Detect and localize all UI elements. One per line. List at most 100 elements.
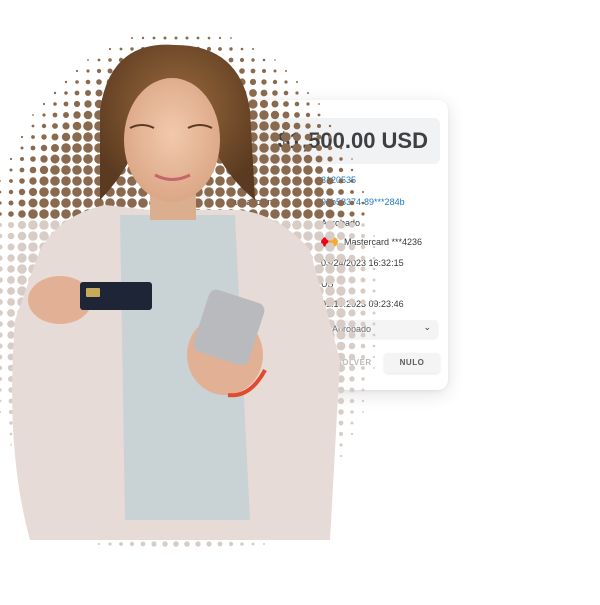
halftone-dot — [0, 255, 3, 261]
halftone-dot — [193, 341, 203, 351]
halftone-dot — [163, 36, 167, 40]
halftone-dot — [171, 165, 181, 175]
halftone-dot — [50, 154, 60, 164]
halftone-dot — [83, 264, 93, 274]
halftone-dot — [39, 286, 49, 296]
halftone-dot — [39, 165, 49, 175]
resolve-button[interactable]: RESOLVER — [316, 353, 380, 373]
halftone-dot — [350, 410, 354, 414]
halftone-dot — [85, 519, 91, 525]
halftone-dot — [105, 209, 115, 219]
halftone-dot — [138, 143, 148, 153]
transaction-id-value[interactable]: 3120535 — [321, 175, 356, 185]
halftone-dot — [361, 399, 365, 403]
halftone-dot — [63, 486, 69, 492]
halftone-dot — [97, 58, 101, 62]
halftone-dot — [227, 67, 235, 75]
halftone-dot — [316, 464, 322, 470]
halftone-dot — [193, 330, 203, 340]
halftone-dot — [72, 286, 82, 296]
halftone-dot — [259, 440, 269, 450]
halftone-dot — [28, 242, 38, 252]
halftone-dot — [248, 407, 258, 417]
halftone-dot — [295, 509, 299, 513]
halftone-dot — [149, 484, 159, 494]
halftone-dot — [29, 430, 37, 438]
halftone-dot — [138, 308, 148, 318]
halftone-dot — [72, 209, 82, 219]
halftone-dot — [75, 69, 79, 73]
halftone-dot — [129, 530, 135, 536]
halftone-dot — [83, 297, 93, 307]
halftone-dot — [72, 187, 82, 197]
halftone-dot — [217, 57, 223, 63]
halftone-dot — [29, 166, 37, 174]
halftone-dot — [0, 310, 3, 316]
halftone-dot — [131, 37, 133, 39]
halftone-dot — [30, 145, 36, 151]
halftone-dot — [19, 409, 25, 415]
halftone-dot — [182, 143, 192, 153]
halftone-dot — [28, 374, 38, 384]
halftone-dot — [72, 308, 82, 318]
halftone-dot — [7, 276, 15, 284]
halftone-dot — [116, 88, 126, 98]
halftone-dot — [83, 330, 93, 340]
halftone-dot — [171, 506, 181, 516]
halftone-dot — [85, 79, 91, 85]
halftone-dot — [304, 463, 312, 471]
transaction-hash-value[interactable]: 93b58374-89***284b — [321, 197, 405, 207]
halftone-dot — [127, 308, 137, 318]
halftone-dot — [50, 253, 60, 263]
halftone-dot — [39, 275, 49, 285]
halftone-dot — [50, 231, 60, 241]
halftone-dot — [171, 473, 181, 483]
halftone-dot — [171, 121, 181, 131]
halftone-dot — [139, 529, 147, 537]
halftone-dot — [94, 286, 104, 296]
halftone-dot — [149, 462, 159, 472]
halftone-dot — [215, 396, 225, 406]
halftone-dot — [303, 440, 313, 450]
halftone-dot — [39, 220, 49, 230]
status-dropdown[interactable]: Aprobado ⌄ — [324, 320, 438, 338]
halftone-dot — [171, 330, 181, 340]
halftone-dot — [350, 421, 354, 425]
halftone-dot — [182, 495, 192, 505]
halftone-dot — [215, 484, 225, 494]
halftone-dot — [127, 363, 137, 373]
halftone-dot — [259, 451, 269, 461]
halftone-dot — [270, 407, 280, 417]
halftone-dot — [94, 308, 104, 318]
halftone-dot — [295, 498, 299, 502]
halftone-dot — [83, 407, 93, 417]
null-button[interactable]: NULO — [384, 353, 440, 373]
halftone-dot — [171, 187, 181, 197]
halftone-dot — [0, 244, 3, 250]
halftone-dot — [31, 476, 35, 480]
halftone-dot — [215, 88, 225, 98]
halftone-dot — [204, 473, 214, 483]
halftone-dot — [160, 396, 170, 406]
halftone-dot — [237, 418, 247, 428]
halftone-dot — [116, 209, 126, 219]
halftone-dot — [329, 477, 331, 479]
halftone-dot — [72, 330, 82, 340]
halftone-dot — [39, 176, 49, 186]
halftone-dot — [305, 475, 311, 481]
halftone-dot — [116, 198, 126, 208]
halftone-dot — [0, 377, 2, 381]
halftone-dot — [171, 275, 181, 285]
halftone-dot — [149, 154, 159, 164]
halftone-dot — [127, 418, 137, 428]
halftone-dot — [105, 407, 115, 417]
halftone-dot — [182, 297, 192, 307]
halftone-dot — [94, 275, 104, 285]
halftone-dot — [270, 462, 280, 472]
halftone-dot — [84, 496, 92, 504]
halftone-dot — [127, 341, 137, 351]
halftone-dot — [61, 341, 71, 351]
halftone-dot — [116, 462, 126, 472]
halftone-dot — [292, 440, 302, 450]
halftone-dot — [72, 143, 82, 153]
